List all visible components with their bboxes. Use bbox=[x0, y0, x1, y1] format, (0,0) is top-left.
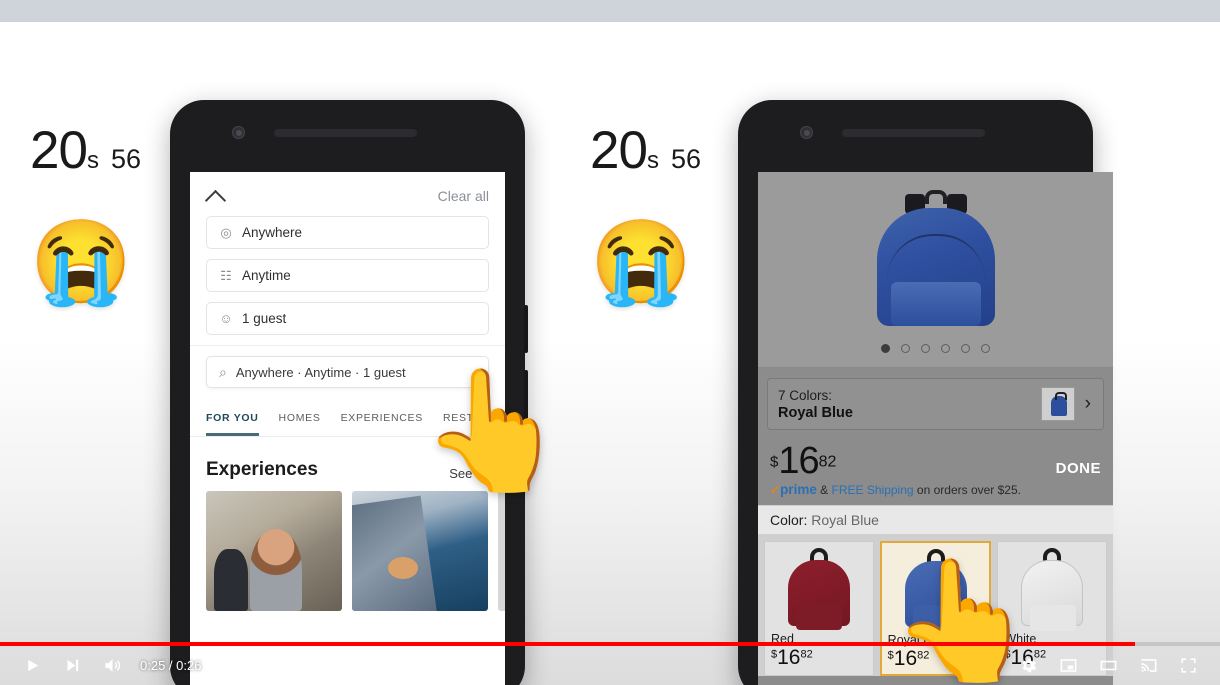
price-row: $1682 DONE bbox=[758, 430, 1113, 480]
timer-left-seconds: 20 bbox=[30, 121, 88, 180]
prime-check-icon: ✓ bbox=[770, 483, 781, 497]
tab-experiences[interactable]: EXPERIENCES bbox=[341, 412, 423, 436]
timer-right-unit: s bbox=[646, 147, 659, 174]
backpack-front-pocket bbox=[890, 282, 981, 326]
dates-field[interactable]: ☷ Anytime bbox=[206, 259, 489, 292]
timer-left: 20s 56 bbox=[30, 120, 141, 181]
timer-left-millis: 56 bbox=[110, 144, 141, 174]
backpack-hero-image bbox=[876, 190, 995, 326]
gallery-dot-1[interactable] bbox=[881, 344, 890, 353]
front-camera-icon bbox=[800, 126, 813, 139]
phone-right-bezel bbox=[738, 100, 1093, 172]
airbnb-search-fields: ◎ Anywhere ☷ Anytime ☺ 1 guest bbox=[190, 216, 505, 335]
experience-card-list bbox=[190, 491, 505, 611]
browser-chrome-strip bbox=[0, 0, 1220, 22]
guests-field[interactable]: ☺ 1 guest bbox=[206, 302, 489, 335]
volume-button[interactable] bbox=[92, 646, 132, 685]
section-divider bbox=[190, 345, 505, 346]
timer-right-millis: 56 bbox=[670, 144, 701, 174]
color-selector-labels: 7 Colors: Royal Blue bbox=[778, 388, 1033, 421]
search-summary-value: Anywhere · Anytime · 1 guest bbox=[235, 364, 406, 380]
player-controls: 0:25 / 0:26 bbox=[0, 646, 1220, 685]
backpack-body bbox=[876, 208, 995, 326]
tab-homes[interactable]: HOMES bbox=[279, 412, 321, 436]
backpack-handle-icon bbox=[924, 190, 947, 204]
fullscreen-button[interactable] bbox=[1168, 646, 1208, 685]
location-field-value: Anywhere bbox=[242, 225, 303, 240]
gallery-dot-4[interactable] bbox=[941, 344, 950, 353]
crying-face-icon-right: 😭 bbox=[590, 217, 693, 308]
theater-button[interactable] bbox=[1088, 646, 1128, 685]
front-camera-icon bbox=[232, 126, 245, 139]
bag-pocket bbox=[1030, 605, 1077, 631]
selected-color-thumbnail[interactable] bbox=[1040, 387, 1075, 421]
chevron-right-icon[interactable]: › bbox=[1083, 393, 1093, 415]
airbnb-search-header: Clear all bbox=[190, 172, 505, 216]
prime-badge: prime bbox=[780, 482, 817, 497]
color-label-prefix: Color: bbox=[770, 512, 808, 528]
pointing-hand-left: 👆 bbox=[420, 365, 567, 497]
location-field[interactable]: ◎ Anywhere bbox=[206, 216, 489, 249]
gallery-dot-2[interactable] bbox=[901, 344, 910, 353]
chevron-up-icon[interactable] bbox=[206, 186, 226, 206]
shipping-threshold-text: on orders over $25. bbox=[916, 483, 1021, 497]
gallery-pagination-dots[interactable] bbox=[758, 344, 1113, 353]
experience-card-street-scene[interactable] bbox=[206, 491, 342, 611]
guests-field-value: 1 guest bbox=[242, 311, 287, 326]
price-whole: 16 bbox=[778, 440, 819, 482]
price-fraction: 82 bbox=[818, 453, 837, 471]
earpiece-speaker-icon bbox=[842, 129, 985, 137]
miniplayer-button[interactable] bbox=[1048, 646, 1088, 685]
timer-right-seconds: 20 bbox=[590, 121, 648, 180]
location-pin-icon: ◎ bbox=[220, 224, 232, 240]
time-display: 0:25 / 0:26 bbox=[140, 658, 202, 673]
gallery-dot-3[interactable] bbox=[921, 344, 930, 353]
experience-card-partial[interactable] bbox=[498, 491, 505, 611]
earpiece-speaker-icon bbox=[274, 129, 417, 137]
product-price: $1682 bbox=[770, 442, 836, 480]
settings-button[interactable] bbox=[1008, 646, 1048, 685]
cast-button[interactable] bbox=[1128, 646, 1168, 685]
phone-left-bezel bbox=[170, 100, 525, 172]
experience-card-sailing[interactable] bbox=[352, 491, 488, 611]
dates-field-value: Anytime bbox=[242, 268, 291, 283]
gallery-dot-5[interactable] bbox=[961, 344, 970, 353]
tab-for-you[interactable]: FOR YOU bbox=[206, 412, 259, 436]
clear-all-button[interactable]: Clear all bbox=[438, 188, 489, 204]
free-shipping-link[interactable]: FREE Shipping bbox=[832, 483, 914, 497]
done-button[interactable]: DONE bbox=[1056, 460, 1101, 480]
color-selector-box[interactable]: 7 Colors: Royal Blue › bbox=[767, 378, 1104, 430]
guests-icon: ☺ bbox=[219, 311, 233, 326]
color-count-label: 7 Colors: bbox=[778, 387, 833, 403]
prime-shipping-line: ✓prime & FREE Shipping on orders over $2… bbox=[758, 480, 1113, 505]
calendar-icon: ☷ bbox=[220, 267, 232, 283]
selected-color-name: Royal Blue bbox=[778, 404, 853, 421]
next-button[interactable] bbox=[52, 646, 92, 685]
bag-pocket bbox=[795, 604, 842, 630]
crying-face-icon-left: 😭 bbox=[30, 217, 133, 308]
prime-ampersand: & bbox=[820, 483, 829, 497]
video-canvas[interactable]: 20s 56 😭 20s 56 😭 Clear all ◎ Anywhere ☷… bbox=[0, 22, 1220, 685]
bag-body bbox=[787, 560, 850, 630]
search-icon: ⌕ bbox=[219, 363, 227, 380]
backpack-red-icon bbox=[787, 548, 850, 630]
product-image-gallery[interactable] bbox=[758, 172, 1113, 368]
section-title: Experiences bbox=[206, 459, 318, 480]
color-label-value: Royal Blue bbox=[811, 512, 879, 528]
gallery-dot-6[interactable] bbox=[981, 344, 990, 353]
timer-left-unit: s bbox=[86, 147, 99, 174]
play-button[interactable] bbox=[12, 646, 52, 685]
volume-button-left-phone[interactable] bbox=[524, 305, 528, 353]
color-label-row: Color: Royal Blue bbox=[758, 505, 1113, 535]
timer-right: 20s 56 bbox=[590, 120, 701, 181]
